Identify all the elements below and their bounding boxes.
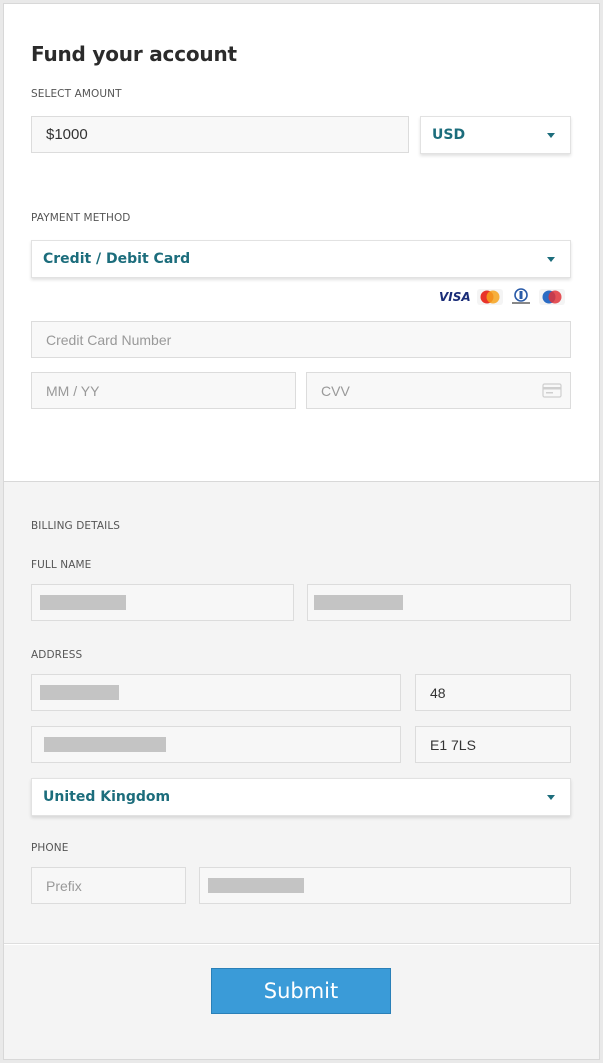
submit-button[interactable]: Submit [211,968,391,1014]
last-name-input[interactable] [307,584,571,621]
country-select[interactable]: United Kingdom [31,778,571,816]
house-number-value: 48 [430,684,446,701]
currency-select[interactable]: USD [420,116,571,154]
select-amount-label: SELECT AMOUNT [31,88,122,100]
cvv-placeholder: CVV [321,382,350,399]
payment-method-value: Credit / Debit Card [43,251,191,267]
house-number-input[interactable]: 48 [415,674,571,711]
diners-club-icon [511,288,530,304]
phone-prefix-input[interactable]: Prefix [31,867,186,904]
postcode-input[interactable]: E1 7LS [415,726,571,763]
billing-details-label: BILLING DETAILS [31,520,121,532]
redacted-city [44,737,166,752]
card-number-input[interactable]: Credit Card Number [31,321,571,358]
expiry-placeholder: MM / YY [46,382,100,399]
redacted-street [40,685,119,700]
redacted-last-name [314,595,403,610]
redacted-first-name [40,595,126,610]
chevron-down-icon [547,795,555,800]
billing-section: BILLING DETAILS FULL NAME ADDRESS 48 E1 … [4,481,599,944]
country-value: United Kingdom [43,789,171,805]
phone-prefix-placeholder: Prefix [46,877,82,894]
chevron-down-icon [547,133,555,138]
cvv-input[interactable]: CVV [306,372,571,409]
currency-value: USD [432,127,466,143]
street-input[interactable] [31,674,401,711]
chevron-down-icon [547,257,555,262]
postcode-value: E1 7LS [430,736,476,753]
phone-label: PHONE [31,842,69,854]
card-back-icon [542,383,562,398]
phone-number-input[interactable] [199,867,571,904]
mastercard-icon [476,289,503,305]
full-name-label: FULL NAME [31,559,92,571]
amount-input[interactable]: $1000 [31,116,409,153]
visa-icon: VISA [439,290,471,304]
payment-method-label: PAYMENT METHOD [31,212,131,224]
expiry-input[interactable]: MM / YY [31,372,296,409]
payment-method-select[interactable]: Credit / Debit Card [31,240,571,278]
redacted-phone [208,878,304,893]
city-input[interactable] [31,726,401,763]
first-name-input[interactable] [31,584,294,621]
amount-value: $1000 [46,126,88,143]
card-number-placeholder: Credit Card Number [46,331,172,348]
page-title: Fund your account [31,42,237,66]
address-label: ADDRESS [31,649,83,661]
fund-account-card: Fund your account SELECT AMOUNT $1000 US… [3,3,600,1060]
maestro-icon [538,289,565,305]
card-logos: VISA [439,288,565,306]
